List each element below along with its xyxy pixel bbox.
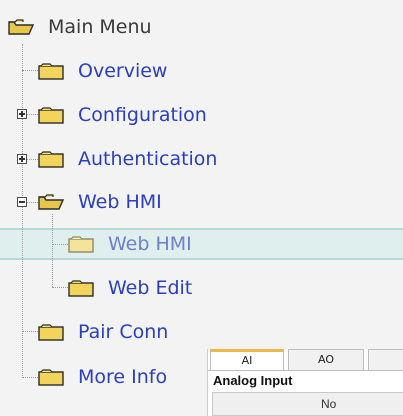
tree-item-configuration[interactable]: Configuration bbox=[38, 100, 207, 130]
folder-icon bbox=[68, 235, 94, 253]
tab-ao[interactable]: AO bbox=[288, 349, 364, 371]
folder-open-icon bbox=[8, 18, 34, 36]
folder-icon bbox=[38, 106, 64, 124]
tree-item-overview[interactable]: Overview bbox=[38, 56, 167, 86]
tree-item-more-info[interactable]: More Info bbox=[38, 362, 167, 392]
tree-root-main-menu[interactable]: Main Menu bbox=[8, 12, 152, 42]
panel-title: Analog Input bbox=[213, 373, 293, 388]
tree-item-label: Pair Conn bbox=[78, 321, 169, 343]
folder-open-icon bbox=[38, 193, 64, 211]
tree-item-web-edit[interactable]: Web Edit bbox=[68, 273, 192, 303]
analog-io-panel: AI AO Analog Input No bbox=[207, 349, 403, 416]
tree-connector-sub bbox=[52, 214, 53, 287]
io-tab-bar: AI AO bbox=[208, 349, 403, 371]
tree-item-label: More Info bbox=[78, 366, 168, 388]
table-header-no: No bbox=[321, 397, 337, 411]
tab-ai[interactable]: AI bbox=[210, 349, 284, 371]
tab-bar-divider bbox=[208, 370, 403, 371]
tree-item-authentication[interactable]: Authentication bbox=[38, 144, 217, 174]
tree-connector bbox=[22, 377, 38, 378]
table-header: No bbox=[212, 392, 403, 416]
folder-icon bbox=[38, 323, 64, 341]
folder-icon bbox=[38, 62, 64, 80]
collapse-minus-icon[interactable] bbox=[17, 197, 27, 207]
folder-icon bbox=[68, 279, 94, 297]
tree-connector-main bbox=[22, 44, 23, 378]
tree-item-label: Web HMI bbox=[108, 233, 192, 255]
tab-more[interactable] bbox=[368, 349, 403, 371]
tree-item-pair-connection[interactable]: Pair Conn bbox=[38, 317, 168, 347]
folder-icon bbox=[38, 150, 64, 168]
tree-item-web-hmi-group[interactable]: Web HMI bbox=[38, 187, 162, 217]
tree-root-label: Main Menu bbox=[48, 16, 152, 38]
tree-item-label: Configuration bbox=[78, 104, 207, 126]
tree-item-label: Authentication bbox=[78, 148, 218, 170]
tree-item-label: Web Edit bbox=[108, 277, 193, 299]
expand-plus-icon[interactable] bbox=[17, 109, 27, 119]
tree-item-label: Web HMI bbox=[78, 191, 162, 213]
tree-item-web-hmi[interactable]: Web HMI bbox=[68, 229, 192, 259]
expand-plus-icon[interactable] bbox=[17, 154, 27, 164]
folder-icon bbox=[38, 368, 64, 386]
tree-connector bbox=[22, 70, 38, 71]
tree-connector bbox=[52, 287, 68, 288]
tree-connector bbox=[22, 331, 38, 332]
tree-item-label: Overview bbox=[78, 60, 168, 82]
tree-connector bbox=[52, 244, 68, 245]
